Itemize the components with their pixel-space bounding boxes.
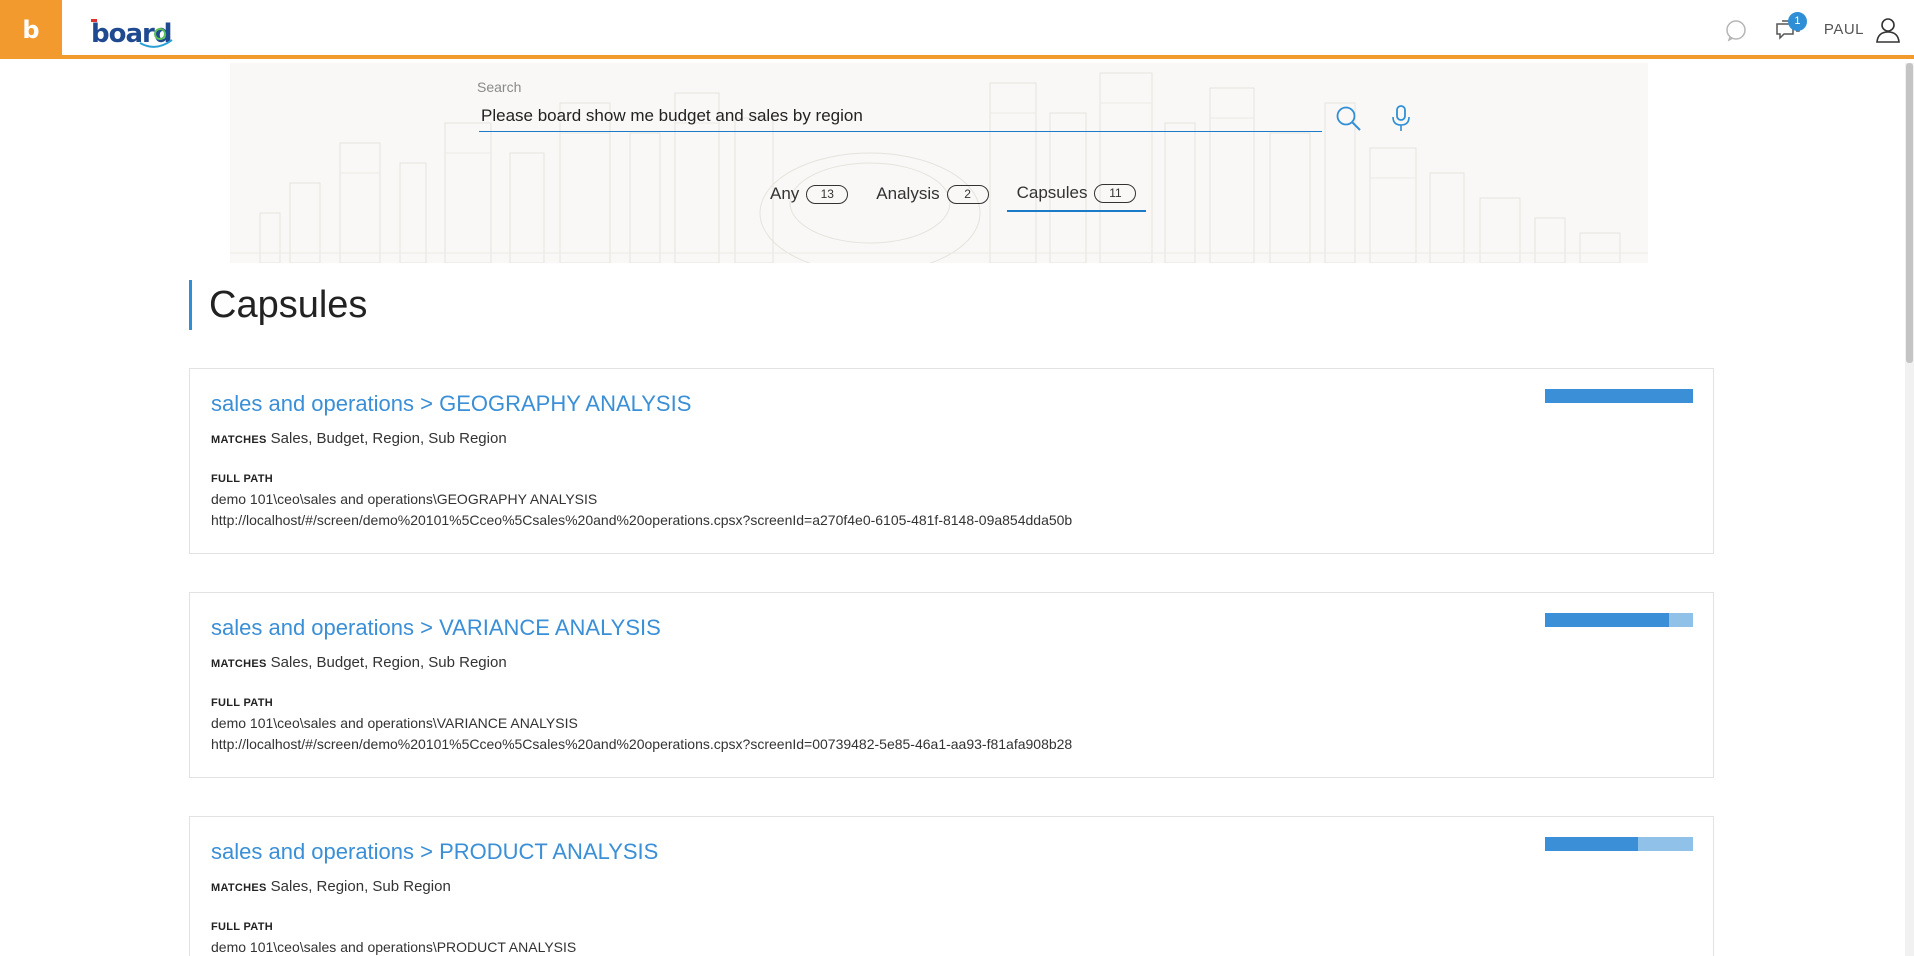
result-title-link[interactable]: sales and operations > VARIANCE ANALYSIS [211, 615, 661, 641]
full-path-label: FULL PATH [211, 697, 273, 709]
search-label: Search [477, 79, 522, 95]
user-name[interactable]: PAUL [1824, 21, 1864, 38]
relevance-score-bar [1545, 613, 1693, 627]
notification-badge: 1 [1787, 11, 1807, 31]
matches-value: Sales, Region, Sub Region [270, 878, 451, 895]
section-title: Capsules [189, 280, 367, 330]
full-path-value: demo 101\ceo\sales and operations\GEOGRA… [211, 491, 598, 507]
result-matches: MATCHES Sales, Budget, Region, Sub Region [211, 654, 507, 671]
microphone-icon[interactable] [1390, 104, 1412, 132]
matches-label: MATCHES [211, 882, 267, 894]
chat-icon[interactable] [1724, 18, 1748, 42]
matches-label: MATCHES [211, 434, 267, 446]
result-title-link[interactable]: sales and operations > PRODUCT ANALYSIS [211, 839, 658, 865]
full-path-value: demo 101\ceo\sales and operations\VARIAN… [211, 715, 578, 731]
user-icon[interactable] [1874, 16, 1902, 44]
result-matches: MATCHES Sales, Budget, Region, Sub Region [211, 430, 507, 447]
notifications-button[interactable]: 1 [1774, 11, 1807, 44]
result-matches: MATCHES Sales, Region, Sub Region [211, 878, 451, 895]
tab-label: Capsules [1016, 183, 1088, 202]
top-bar: b board 1 PAUL [0, 0, 1914, 59]
header-actions: 1 PAUL [1724, 0, 1902, 59]
search-input[interactable] [479, 100, 1322, 132]
matches-value: Sales, Budget, Region, Sub Region [270, 654, 507, 671]
relevance-score-fill [1545, 613, 1670, 627]
search-icon[interactable] [1334, 104, 1362, 132]
screen-url-link[interactable]: http://localhost/#/screen/demo%20101%5Cc… [211, 512, 1072, 528]
tab-capsules[interactable]: Capsules 11 [1006, 176, 1147, 212]
matches-value: Sales, Budget, Region, Sub Region [270, 430, 507, 447]
app-letter: b [22, 15, 40, 44]
relevance-score-fill [1545, 837, 1639, 851]
board-logo[interactable]: board [88, 16, 188, 50]
page-scrollbar[interactable] [1905, 63, 1914, 956]
result-card: sales and operations > PRODUCT ANALYSIS … [189, 816, 1714, 956]
scrollbar-thumb[interactable] [1906, 63, 1913, 363]
tab-label: Any [770, 184, 800, 203]
app-menu-button[interactable]: b [0, 0, 62, 59]
tab-count-badge: 11 [1094, 183, 1137, 203]
result-card: sales and operations > GEOGRAPHY ANALYSI… [189, 368, 1714, 554]
logo-swoosh-icon [139, 28, 173, 48]
full-path-value: demo 101\ceo\sales and operations\PRODUC… [211, 939, 577, 955]
tab-count-badge: 2 [946, 184, 989, 204]
tab-analysis[interactable]: Analysis 2 [866, 176, 998, 212]
tab-label: Analysis [876, 184, 940, 203]
screen-url-link[interactable]: http://localhost/#/screen/demo%20101%5Cc… [211, 736, 1072, 752]
result-title-link[interactable]: sales and operations > GEOGRAPHY ANALYSI… [211, 391, 691, 417]
full-path-label: FULL PATH [211, 473, 273, 485]
hero-background [230, 63, 1648, 263]
result-card: sales and operations > VARIANCE ANALYSIS… [189, 592, 1714, 778]
result-filter-tabs: Any 13 Analysis 2 Capsules 11 [760, 176, 1154, 212]
matches-label: MATCHES [211, 658, 267, 670]
relevance-score-bar [1545, 389, 1693, 403]
tab-any[interactable]: Any 13 [760, 176, 858, 212]
full-path-label: FULL PATH [211, 921, 273, 933]
tab-count-badge: 13 [806, 184, 849, 204]
city-sketch-illustration [230, 63, 1648, 263]
relevance-score-fill [1545, 389, 1693, 403]
relevance-score-bar [1545, 837, 1693, 851]
